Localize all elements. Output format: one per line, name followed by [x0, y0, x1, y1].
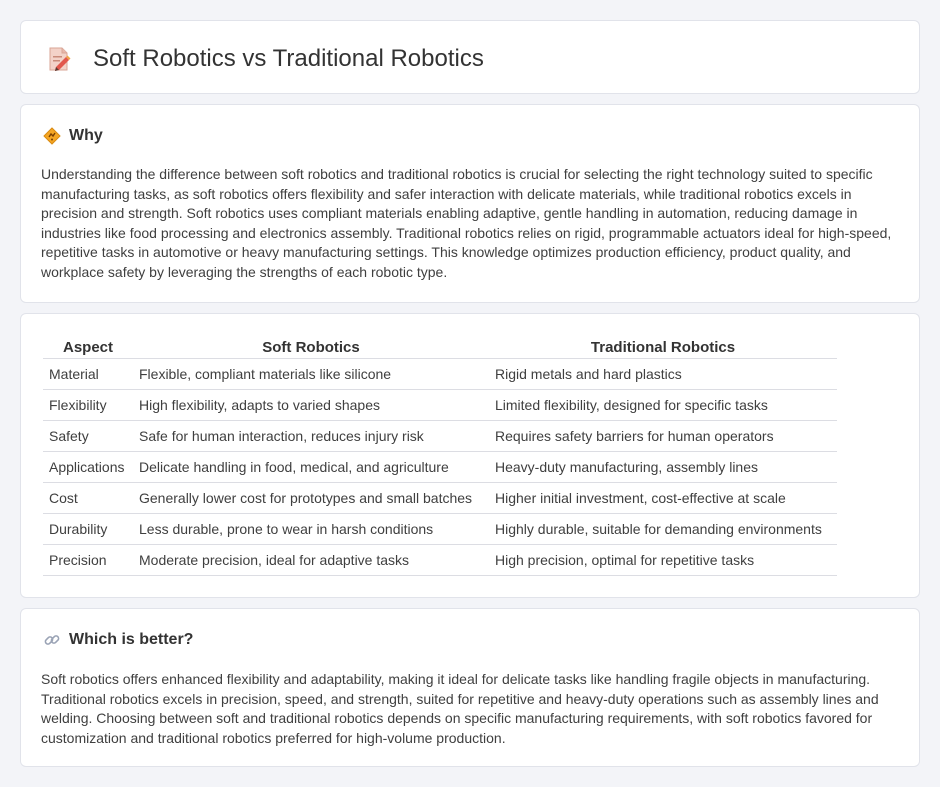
- cell-traditional: High precision, optimal for repetitive t…: [489, 544, 837, 576]
- header-aspect: Aspect: [43, 337, 133, 359]
- header-traditional: Traditional Robotics: [489, 337, 837, 359]
- why-paragraph: Understanding the difference between sof…: [41, 166, 892, 280]
- cell-aspect: Flexibility: [43, 389, 133, 421]
- cell-aspect: Material: [43, 358, 133, 390]
- table-row: Durability Less durable, prone to wear in…: [43, 513, 837, 545]
- document-pencil-icon: [47, 46, 71, 72]
- table-header-row: Aspect Soft Robotics Traditional Robotic…: [43, 337, 837, 359]
- page-title: Soft Robotics vs Traditional Robotics: [93, 45, 484, 72]
- why-heading: Why: [43, 127, 103, 145]
- header-soft: Soft Robotics: [133, 337, 489, 359]
- cell-aspect: Applications: [43, 451, 133, 483]
- cell-traditional: Highly durable, suitable for demanding e…: [489, 513, 837, 545]
- why-card: Why Understanding the difference between…: [20, 104, 920, 303]
- cell-aspect: Safety: [43, 420, 133, 452]
- cell-soft: High flexibility, adapts to varied shape…: [133, 389, 489, 421]
- table-row: Applications Delicate handling in food, m…: [43, 451, 837, 483]
- table-body: Material Flexible, compliant materials li…: [43, 358, 837, 576]
- link-icon: [43, 631, 61, 649]
- cell-aspect: Precision: [43, 544, 133, 576]
- table-row: Material Flexible, compliant materials li…: [43, 358, 837, 390]
- why-title: Why: [69, 127, 103, 144]
- cell-traditional: Requires safety barriers for human opera…: [489, 420, 837, 452]
- cell-traditional: Heavy-duty manufacturing, assembly lines: [489, 451, 837, 483]
- cell-soft: Safe for human interaction, reduces inju…: [133, 420, 489, 452]
- cell-soft: Delicate handling in food, medical, and …: [133, 451, 489, 483]
- table-row: Precision Moderate precision, ideal for a…: [43, 544, 837, 576]
- cell-soft: Moderate precision, ideal for adaptive t…: [133, 544, 489, 576]
- cell-traditional: Limited flexibility, designed for specif…: [489, 389, 837, 421]
- comparison-table: Aspect Soft Robotics Traditional Robotic…: [43, 337, 837, 576]
- table-row: Flexibility High flexibility, adapts to v…: [43, 389, 837, 421]
- comparison-card: Aspect Soft Robotics Traditional Robotic…: [20, 313, 920, 598]
- table-row: Cost Generally lower cost for prototypes …: [43, 482, 837, 514]
- better-paragraph: Soft robotics offers enhanced flexibilit…: [41, 671, 879, 746]
- better-card: Which is better? Soft robotics offers en…: [20, 608, 920, 767]
- table-row: Safety Safe for human interaction, reduce…: [43, 420, 837, 452]
- cell-aspect: Cost: [43, 482, 133, 514]
- title-card: Soft Robotics vs Traditional Robotics: [20, 20, 920, 94]
- cell-aspect: Durability: [43, 513, 133, 545]
- cell-traditional: Rigid metals and hard plastics: [489, 358, 837, 390]
- diamond-sign-icon: [43, 127, 61, 145]
- cell-traditional: Higher initial investment, cost-effectiv…: [489, 482, 837, 514]
- cell-soft: Flexible, compliant materials like silic…: [133, 358, 489, 390]
- better-heading: Which is better?: [43, 631, 193, 649]
- better-title: Which is better?: [69, 631, 194, 648]
- cell-soft: Generally lower cost for prototypes and …: [133, 482, 489, 514]
- title-row: Soft Robotics vs Traditional Robotics: [47, 45, 484, 73]
- cell-soft: Less durable, prone to wear in harsh con…: [133, 513, 489, 545]
